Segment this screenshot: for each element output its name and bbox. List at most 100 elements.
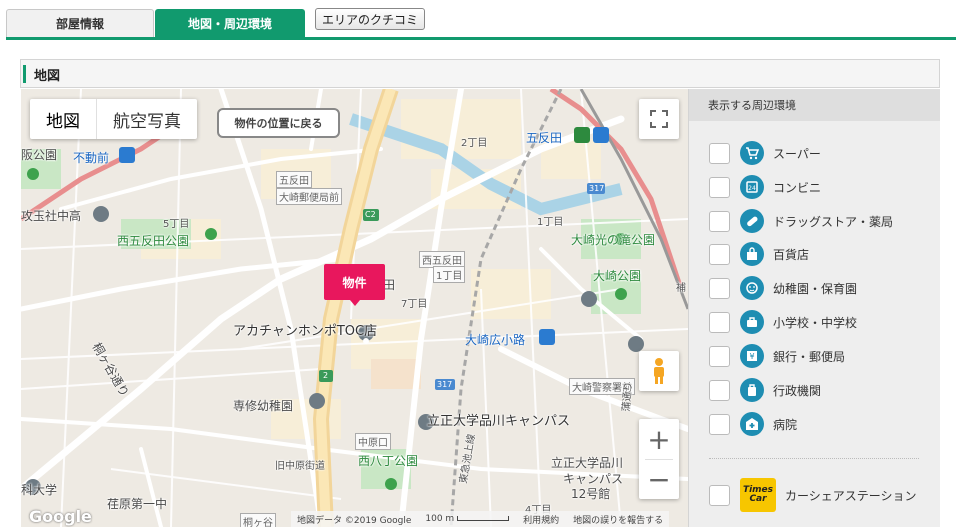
filter-label: 百貨店 [773, 247, 810, 262]
filter-item-bank[interactable]: ¥ 銀行・郵便局 [709, 344, 845, 368]
property-marker[interactable]: 物件 [324, 264, 385, 306]
poi-label-12-gokan: 12号館 [571, 487, 611, 501]
road-shield-317-b: 317 [437, 380, 453, 389]
checkbox-hospital[interactable] [709, 413, 730, 435]
filter-label: 銀行・郵便局 [773, 349, 846, 364]
map-type-control: 地図 航空写真 [30, 99, 197, 139]
poi-label-kogyokusha: 攻玉社中高 [21, 209, 82, 223]
map-attribution: Google 地図データ ©2019 Google 100 m 利用規約 地図の… [21, 507, 688, 527]
scale-bar [457, 516, 510, 521]
road-shield-2: 2 [323, 371, 329, 380]
google-logo: Google [29, 507, 92, 526]
government-icon [740, 378, 764, 402]
checkbox-carshare[interactable] [709, 484, 730, 506]
filter-item-convenience[interactable]: 24 コンビニ [709, 175, 821, 199]
checkbox-convenience[interactable] [709, 176, 730, 198]
report-error-link[interactable]: 地図の誤りを報告する [573, 513, 663, 526]
checkbox-kindergarten[interactable] [709, 277, 730, 299]
svg-text:24: 24 [748, 185, 756, 192]
map-type-aerial[interactable]: 航空写真 [97, 99, 197, 139]
filter-item-carshare[interactable]: Times Car カーシェアステーション [709, 478, 917, 512]
fullscreen-icon [650, 110, 668, 128]
svg-text:¥: ¥ [749, 352, 754, 361]
checkbox-department-store[interactable] [709, 243, 730, 265]
zoom-out-button[interactable]: − [639, 459, 679, 499]
hospital-icon [740, 412, 764, 436]
checkbox-drugstore[interactable] [709, 210, 730, 232]
filter-item-hospital[interactable]: 病院 [709, 412, 797, 436]
checkbox-school[interactable] [709, 311, 730, 333]
pill-icon [740, 209, 764, 233]
tab-area-reviews[interactable]: エリアのクチコミ [315, 8, 425, 30]
area-label-5chome: 5丁目 [163, 219, 190, 230]
fullscreen-button[interactable] [639, 99, 679, 139]
street-view-button[interactable] [639, 351, 679, 391]
cart-icon [740, 141, 764, 165]
poi-label-senshu-kindergarten: 専修幼稚園 [233, 399, 294, 413]
panel-divider [709, 458, 919, 459]
road-label-edge: 補 [676, 283, 686, 294]
times-car-logo: Times Car [740, 478, 776, 512]
poi-label-toc: アカチャンホンポTOC店 [233, 324, 378, 339]
park-label-osaki: 大崎公園 [593, 269, 642, 283]
surroundings-panel: 表示する周辺環境 スーパー 24 コンビニ ドラッグストア・薬局 百貨店 幼稚園… [688, 89, 940, 527]
filter-label: 小学校・中学校 [773, 315, 858, 330]
filter-label: 行政機関 [773, 383, 822, 398]
checkbox-government[interactable] [709, 379, 730, 401]
filter-item-government[interactable]: 行政機関 [709, 378, 821, 402]
section-header: 地図 [20, 59, 940, 88]
filter-item-department-store[interactable]: 百貨店 [709, 242, 809, 266]
road-label-kyu-nakahara: 旧中原街道 [275, 461, 325, 472]
area-label-2chome: 2丁目 [461, 138, 488, 149]
area-label-7chome: 7丁目 [401, 299, 428, 310]
back-to-property-button[interactable]: 物件の位置に戻る [217, 108, 340, 138]
filter-item-drugstore[interactable]: ドラッグストア・薬局 [709, 209, 893, 233]
filter-item-kindergarten[interactable]: 幼稚園・保育園 [709, 276, 857, 300]
area-label-1chome: 1丁目 [537, 217, 564, 228]
filter-label: カーシェアステーション [785, 488, 917, 503]
map-type-roadmap[interactable]: 地図 [30, 99, 96, 139]
convenience-store-icon: 24 [740, 175, 764, 199]
addr-label-gotanda: 五反田 [276, 171, 312, 188]
road-label-gamou: 蒲通り [621, 381, 635, 413]
zoom-control: + − [639, 419, 679, 499]
filter-item-supermarket[interactable]: スーパー [709, 141, 821, 165]
kindergarten-icon [740, 276, 764, 300]
bank-icon: ¥ [740, 344, 764, 368]
tab-map-surroundings[interactable]: 地図・周辺環境 [155, 9, 305, 37]
station-label-gotanda: 五反田 [526, 131, 563, 145]
filter-label: コンビニ [773, 180, 822, 195]
poi-label-university-edge: 科大学 [21, 483, 58, 497]
pegman-icon [654, 358, 664, 384]
section-accent-bar [23, 65, 26, 83]
park-label-osaki-hikari: 大崎光の滝公園 [571, 233, 656, 247]
map-data-credit: 地図データ ©2019 Google [297, 515, 412, 526]
addr-label-osaki-post: 大崎郵便局前 [276, 188, 342, 205]
tab-bar: 部屋情報 地図・周辺環境 エリアのクチコミ [6, 6, 956, 40]
zoom-in-button[interactable]: + [639, 419, 679, 459]
park-label-edge: 阪公園 [21, 148, 58, 162]
map-canvas[interactable]: 五反田 不動前 大崎広小路 大崎光の滝公園 大崎公園 西五反田公園 西八丁公園 … [21, 89, 688, 527]
station-label-osaki-hirokoji: 大崎広小路 [465, 333, 526, 347]
poi-label-rissho-univ-2: 立正大学品川 [551, 456, 624, 470]
filter-label: 病院 [773, 417, 798, 432]
addr-label-1chome: 1丁目 [433, 266, 466, 283]
filter-label: ドラッグストア・薬局 [773, 214, 894, 229]
park-label-nishi-gotanda: 西五反田公園 [117, 234, 190, 248]
terms-link[interactable]: 利用規約 [523, 513, 559, 526]
filter-item-school[interactable]: 小学校・中学校 [709, 310, 857, 334]
school-bag-icon [740, 310, 764, 334]
map-scale: 100 m [425, 514, 510, 524]
tab-room-info[interactable]: 部屋情報 [6, 9, 154, 37]
checkbox-bank[interactable] [709, 345, 730, 367]
poi-label-rissho-univ: 立正大学品川キャンパス [427, 414, 571, 429]
road-shield-c2: C2 [365, 210, 376, 219]
station-label-fudomae: 不動前 [73, 151, 110, 165]
checkbox-supermarket[interactable] [709, 142, 730, 164]
park-label-nishi-hacchou: 西八丁公園 [358, 454, 419, 468]
section-title: 地図 [34, 69, 61, 84]
addr-label-nakahara: 中原口 [355, 433, 391, 450]
shopping-bag-icon [740, 242, 764, 266]
filter-label: スーパー [773, 146, 821, 161]
road-shield-317-a: 317 [589, 184, 605, 193]
